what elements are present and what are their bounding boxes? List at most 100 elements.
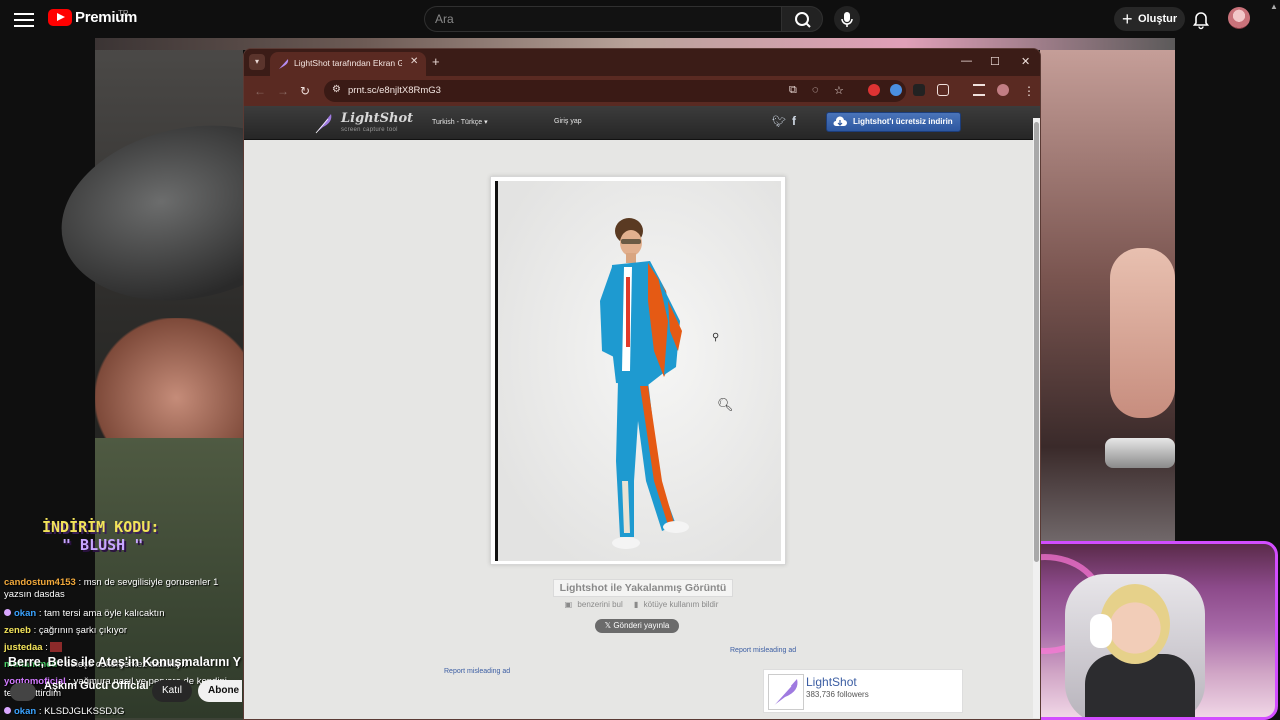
search-icon	[795, 12, 811, 28]
minimize-icon[interactable]: —	[961, 55, 972, 67]
facebook-icon[interactable]: f	[792, 114, 796, 128]
report-abuse-link[interactable]: ▮ kötüye kullanım bildir	[634, 600, 721, 609]
join-button[interactable]: Katıl	[152, 680, 192, 702]
site-info-icon[interactable]: ⚙	[332, 84, 341, 95]
download-button[interactable]: Lightshot'ı ücretsiz indirin	[826, 112, 961, 132]
tracksuit-figure	[600, 218, 689, 549]
lightshot-logo[interactable]: LightShot	[341, 111, 413, 126]
chat-username: candostum4153	[4, 577, 76, 588]
extension-icon[interactable]	[868, 84, 880, 96]
chat-message: okan : tam tersi ama öyle kalıcaktın	[4, 608, 240, 620]
lightshot-feather-icon[interactable]	[314, 112, 334, 134]
headphones-shape	[1090, 614, 1112, 648]
follow-widget[interactable]: LightShot 383,736 followers	[763, 669, 963, 713]
browser-window: ▾ LightShot tarafından Ekran Görüntüsü ✕…	[243, 48, 1041, 720]
chat-username: justedaa	[4, 642, 43, 653]
page-scrollbar-thumb[interactable]	[1034, 122, 1039, 562]
chat-text: : tam tersi ama öyle kalıcaktın	[38, 608, 165, 619]
maximize-icon[interactable]: ☐	[990, 55, 1000, 68]
follower-count: 383,736 followers	[806, 690, 869, 699]
menu-icon[interactable]	[14, 9, 34, 29]
report-ad-link[interactable]: Report misleading ad	[444, 668, 510, 675]
tab-title: LightShot tarafından Ekran Görüntüsü	[294, 58, 402, 68]
channel-name[interactable]: Aşkım Gücü Official	[44, 680, 149, 692]
language-select[interactable]: Turkish - Türkçe ▾	[432, 118, 488, 126]
search-button[interactable]	[781, 6, 823, 32]
bookmark-star-icon[interactable]: ☆	[834, 84, 844, 97]
chat-username: zeneb	[4, 625, 31, 636]
tab-lightshot[interactable]: LightShot tarafından Ekran Görüntüsü ✕	[270, 52, 426, 76]
youtube-play-icon	[48, 9, 72, 26]
create-button[interactable]: + Oluştur	[1114, 7, 1185, 31]
chat-username: okan	[14, 608, 37, 619]
find-similar-label: benzerini bul	[577, 600, 623, 609]
caption-text: Lightshot ile Yakalanmış Görüntü	[552, 579, 734, 597]
search-input[interactable]: Ara	[424, 6, 781, 32]
tab-bar: ▾ LightShot tarafından Ekran Görüntüsü ✕…	[244, 49, 1040, 76]
lightshot-tagline: screen capture tool	[341, 127, 398, 133]
chat-message: candostum4153 : msn de sevgilisiyle goru…	[4, 577, 240, 600]
badge-icon	[4, 707, 11, 714]
chat-text: : KLSDJGLKSSDJG	[38, 706, 125, 717]
notifications-button[interactable]	[1190, 8, 1212, 30]
lightshot-logo-thumb	[768, 674, 804, 710]
browser-toolbar: ← → ↻ ⚙ prnt.sc/e8njltX8RmG3 ⧉ ◌ ☆ ⋮	[244, 76, 1040, 106]
promo-code-overlay: İNDİRİM KODU: " BLUSH "	[42, 518, 159, 554]
hand-shape	[1110, 248, 1175, 418]
extensions-puzzle-icon[interactable]	[937, 84, 949, 96]
media-controls-icon[interactable]	[973, 84, 985, 96]
close-tab-icon[interactable]: ✕	[410, 56, 418, 67]
report-abuse-label: kötüye kullanım bildir	[643, 600, 719, 609]
tab-search-button[interactable]: ▾	[249, 54, 265, 70]
lightshot-feather-icon	[772, 679, 798, 707]
screenshot-frame: ⚲ 🔍︎	[490, 176, 786, 565]
extension-icon[interactable]	[913, 84, 925, 96]
subscribe-button[interactable]: Abone ol	[198, 680, 242, 702]
eye-off-icon[interactable]: ◌	[812, 84, 819, 96]
profile-avatar[interactable]	[997, 84, 1009, 96]
chat-text: : çağrının şarkı çıkıyor	[33, 625, 128, 636]
url-text[interactable]: prnt.sc/e8njltX8RmG3	[348, 85, 441, 96]
lightshot-feather-icon	[279, 59, 289, 69]
lightshot-page: LightShot screen capture tool Turkish - …	[244, 106, 1040, 719]
chat-username: okan	[14, 706, 37, 717]
emote-icon	[50, 642, 63, 653]
zoom-cursor-icon: ⚲	[712, 332, 720, 343]
watch-shape	[1105, 438, 1175, 468]
reload-icon[interactable]: ↻	[300, 84, 310, 98]
tweet-label: Gönderi yayınla	[613, 621, 670, 630]
login-link[interactable]: Giriş yap	[554, 118, 582, 125]
install-app-icon[interactable]: ⧉	[789, 84, 797, 97]
voice-search-button[interactable]	[834, 6, 860, 32]
x-logo-icon: 𝕏	[604, 621, 612, 630]
lightshot-header: LightShot screen capture tool Turkish - …	[244, 106, 1040, 140]
back-icon[interactable]: ←	[254, 84, 266, 98]
twitter-icon[interactable]: 🐦︎	[772, 115, 786, 128]
report-ad-link[interactable]: Report misleading ad	[730, 647, 796, 654]
screenshot-caption: Lightshot ile Yakalanmış Görüntü	[244, 578, 1040, 597]
streamer-body-shape	[1085, 654, 1195, 717]
badge-icon	[4, 609, 11, 616]
scroll-up-arrow-icon[interactable]: ▲	[1270, 2, 1278, 11]
promo-title: İNDİRİM KODU:	[42, 518, 160, 536]
address-bar[interactable]: ⚙ prnt.sc/e8njltX8RmG3 ⧉ ◌ ☆	[324, 80, 906, 102]
extension-sound-icon[interactable]	[890, 84, 902, 96]
plus-icon: +	[1122, 9, 1133, 29]
microphone-icon	[841, 12, 853, 27]
account-avatar[interactable]	[1228, 7, 1250, 29]
youtube-header: Premium TR Ara + Oluştur	[0, 0, 1280, 38]
find-similar-link[interactable]: ▣ benzerini bul	[565, 600, 626, 609]
chat-message: zeneb : çağrının şarkı çıkıyor	[4, 625, 240, 637]
create-label: Oluştur	[1138, 13, 1178, 25]
screenshot-image[interactable]: ⚲ 🔍︎	[495, 181, 781, 561]
chat-message: justedaa :	[4, 642, 240, 654]
tweet-button[interactable]: 𝕏 Gönderi yayınla	[595, 619, 679, 633]
zoom-in-cursor-icon: 🔍︎	[717, 397, 734, 412]
more-menu-icon[interactable]: ⋮	[1023, 84, 1035, 98]
channel-avatar[interactable]	[10, 683, 36, 701]
follow-name[interactable]: LightShot	[806, 675, 857, 689]
close-window-icon[interactable]: ✕	[1021, 55, 1030, 68]
new-tab-icon[interactable]: +	[432, 54, 440, 69]
region-label: TR	[118, 9, 129, 18]
forward-icon[interactable]: →	[277, 84, 289, 98]
